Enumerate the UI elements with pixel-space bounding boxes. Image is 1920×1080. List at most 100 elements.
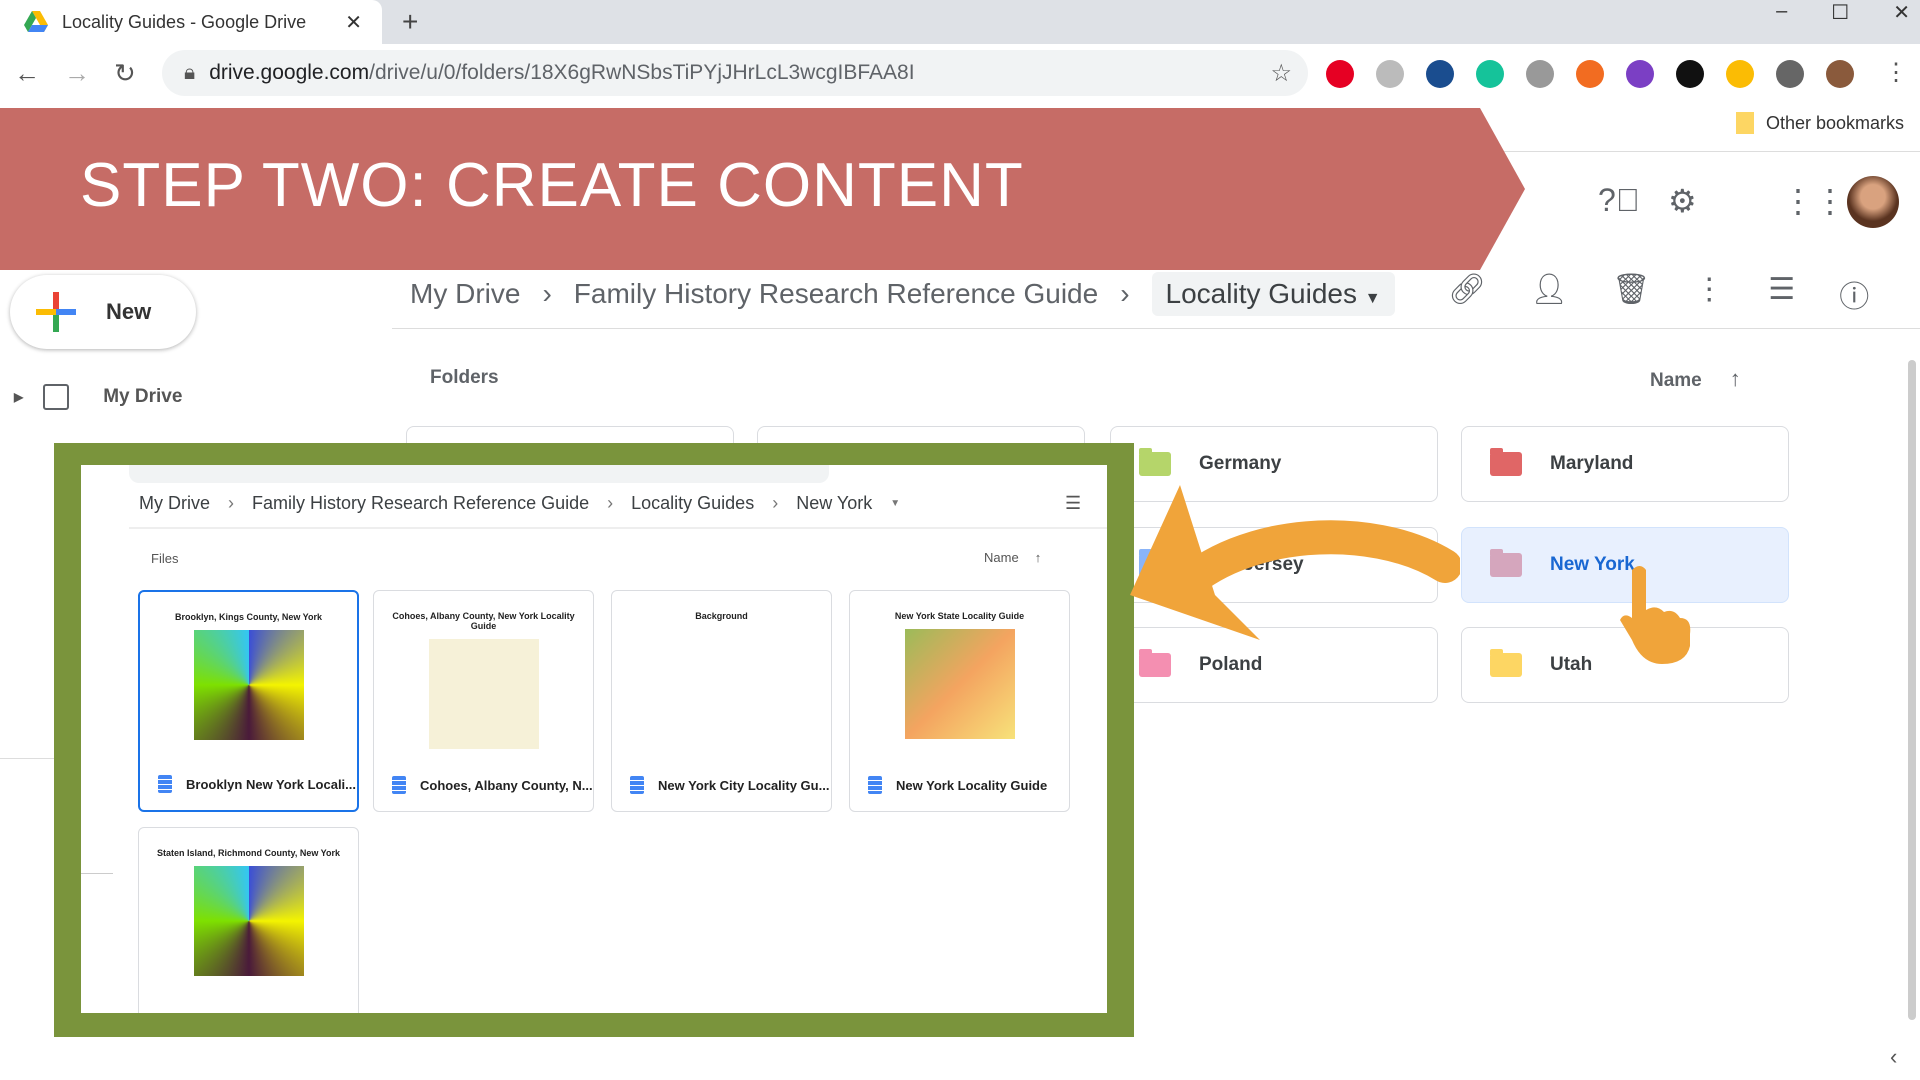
- extension-9-icon[interactable]: [1676, 60, 1704, 88]
- file-card[interactable]: Brooklyn, Kings County, New York Brooklyn…: [138, 590, 359, 812]
- profile-avatar-icon[interactable]: [1826, 60, 1854, 88]
- onenote-icon[interactable]: [1626, 60, 1654, 88]
- file-card[interactable]: New York State Locality Guide New York Lo…: [849, 590, 1070, 812]
- google-doc-icon: [392, 776, 406, 794]
- folder-icon: [1490, 549, 1522, 577]
- doc-preview: Background: [612, 591, 831, 761]
- arrow-up-icon: ↑: [1729, 366, 1741, 391]
- folder-icon: [1490, 448, 1522, 476]
- map-thumbnail: [666, 629, 777, 739]
- new-tab-button[interactable]: +: [402, 6, 418, 38]
- more-vert-icon[interactable]: ⋮: [1694, 272, 1724, 316]
- folder-name: Germany: [1199, 453, 1282, 474]
- doc-preview: Brooklyn, Kings County, New York: [140, 592, 357, 762]
- extension-globe-icon[interactable]: [1426, 60, 1454, 88]
- file-footer: New York Locality Guide: [850, 759, 1069, 811]
- file-footer: Brooklyn New York Locali...: [140, 758, 357, 810]
- folder-name: Maryland: [1550, 453, 1634, 474]
- preview-title: Background: [695, 611, 748, 621]
- drive-logo-icon: [24, 11, 48, 32]
- breadcrumb-current-label: Locality Guides: [1165, 278, 1357, 309]
- new-button[interactable]: New: [10, 275, 196, 349]
- window-controls: – ☐ ✕: [1776, 0, 1910, 25]
- close-window-icon[interactable]: ✕: [1893, 0, 1910, 25]
- power-icon[interactable]: [1526, 60, 1554, 88]
- help-icon[interactable]: ?⃝: [1598, 182, 1640, 219]
- file-card[interactable]: Cohoes, Albany County, New York Locality…: [373, 590, 594, 812]
- my-drive-icon: [43, 384, 70, 410]
- minimize-icon[interactable]: –: [1776, 0, 1787, 25]
- list-view-icon[interactable]: ☰: [1065, 493, 1081, 514]
- extensions-bar: [1326, 60, 1854, 88]
- browser-tab[interactable]: Locality Guides - Google Drive ✕: [0, 0, 382, 44]
- folder-name: Poland: [1199, 654, 1263, 675]
- extension-r-icon[interactable]: [1376, 60, 1404, 88]
- header-divider: [392, 328, 1920, 329]
- back-icon[interactable]: ←: [14, 58, 40, 89]
- url-path: /drive/u/0/folders/18X6gRwNSbsTiPYjJHrLc…: [369, 61, 915, 84]
- chevron-right-icon: ›: [1120, 278, 1130, 309]
- browser-menu-icon[interactable]: ⋮: [1884, 58, 1908, 87]
- puzzle-icon[interactable]: [1776, 60, 1804, 88]
- folder-icon: [1139, 448, 1171, 476]
- sort-label: Name: [1650, 370, 1702, 391]
- file-name: New York Locality Guide: [896, 777, 1048, 793]
- trash-icon[interactable]: 🗑︎: [1612, 272, 1650, 316]
- doc-preview: Cohoes, Albany County, New York Locality…: [374, 591, 593, 761]
- breadcrumb-family-history[interactable]: Family History Research Reference Guide: [574, 278, 1098, 310]
- arrow-up-icon: ↑: [1034, 550, 1042, 565]
- chevron-right-icon: ›: [228, 493, 234, 513]
- file-card[interactable]: Staten Island, Richmond County, New York: [138, 827, 359, 1013]
- folder-card[interactable]: Maryland: [1461, 426, 1789, 502]
- sort-label: Name: [984, 550, 1019, 565]
- file-name: Brooklyn New York Locali...: [186, 776, 357, 792]
- breadcrumb-locality-guides[interactable]: Locality Guides ▼: [1151, 272, 1395, 316]
- map-thumbnail: [193, 630, 304, 740]
- other-bookmarks[interactable]: Other bookmarks: [1735, 112, 1904, 134]
- sort-by-name[interactable]: Name ↑: [1650, 366, 1741, 392]
- inset-breadcrumb: My Drive › Family History Research Refere…: [139, 493, 900, 514]
- inset-sort[interactable]: Name ↑: [984, 550, 1041, 565]
- expand-arrow-icon[interactable]: ▶: [14, 390, 23, 404]
- list-view-icon[interactable]: ☰: [1768, 272, 1795, 316]
- preview-title: New York State Locality Guide: [894, 611, 1025, 621]
- inset-crumb-current[interactable]: New York: [796, 493, 872, 514]
- file-card[interactable]: Background New York City Locality Gu...: [611, 590, 832, 812]
- new-label: New: [106, 299, 152, 324]
- tab-title: Locality Guides - Google Drive: [62, 11, 307, 32]
- inset-divider: [129, 527, 1107, 529]
- orange-arrow-icon: [1130, 485, 1460, 640]
- drive-icon[interactable]: [1726, 60, 1754, 88]
- inset-screenshot: My Drive › Family History Research Refere…: [81, 465, 1107, 1013]
- folders-heading: Folders: [430, 367, 499, 388]
- doc-preview: New York State Locality Guide: [850, 591, 1069, 761]
- link-icon[interactable]: 🔗︎: [1448, 272, 1486, 316]
- grammarly-icon[interactable]: [1476, 60, 1504, 88]
- close-tab-icon[interactable]: ✕: [345, 10, 362, 35]
- folder-actions: 🔗︎ 👤︎ 🗑︎ ⋮ ☰ ⓘ: [1448, 272, 1869, 316]
- inset-crumb[interactable]: Family History Research Reference Guide: [252, 493, 589, 514]
- info-icon[interactable]: ⓘ: [1839, 272, 1869, 316]
- honey-icon[interactable]: [1576, 60, 1604, 88]
- settings-gear-icon[interactable]: ⚙: [1668, 182, 1697, 220]
- other-bookmarks-label: Other bookmarks: [1765, 112, 1904, 133]
- map-thumbnail: [904, 629, 1015, 739]
- collapse-panel-icon[interactable]: ‹: [1890, 1044, 1897, 1070]
- inset-crumb[interactable]: Locality Guides: [631, 493, 754, 514]
- google-doc-icon: [158, 775, 172, 793]
- scrollbar[interactable]: [1908, 360, 1916, 1020]
- reload-icon[interactable]: ↻: [114, 58, 136, 89]
- breadcrumb-my-drive[interactable]: My Drive: [410, 278, 520, 310]
- account-avatar[interactable]: [1847, 176, 1899, 228]
- url-host: drive.google.com: [209, 61, 370, 84]
- inset-crumb[interactable]: My Drive: [139, 493, 210, 514]
- forward-icon[interactable]: →: [64, 58, 90, 89]
- bookmark-star-icon[interactable]: ☆: [1270, 59, 1292, 88]
- address-bar[interactable]: 🔒︎ drive.google.com/drive/u/0/folders/18…: [162, 50, 1308, 96]
- file-name: Cohoes, Albany County, N...: [420, 777, 593, 793]
- chevron-right-icon: ›: [772, 493, 779, 513]
- share-person-add-icon[interactable]: 👤︎: [1530, 272, 1568, 316]
- sidebar-item-my-drive[interactable]: ▶ My Drive: [14, 384, 182, 410]
- pinterest-icon[interactable]: [1326, 60, 1354, 88]
- maximize-icon[interactable]: ☐: [1831, 0, 1849, 25]
